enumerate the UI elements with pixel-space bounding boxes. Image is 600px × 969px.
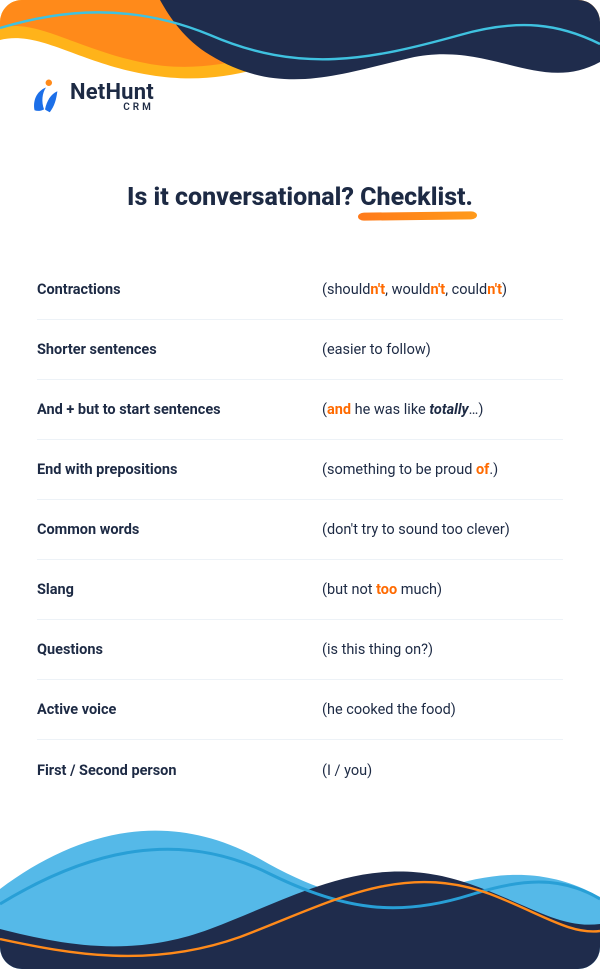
highlight-text: and <box>327 401 351 418</box>
italic-text: totally <box>429 401 468 418</box>
row-example: (he cooked the food) <box>322 701 456 718</box>
table-row: End with prepositions(something to be pr… <box>37 440 563 500</box>
checklist-table: Contractions(shouldn't, wouldn't, couldn… <box>37 260 563 800</box>
row-label: And + but to start sentences <box>37 401 322 418</box>
brand-logo-text-wrap: NetHunt CRM <box>70 82 154 113</box>
brand-logo: NetHunt CRM <box>28 78 154 116</box>
brand-name: NetHunt <box>70 82 154 104</box>
title-underlined: Checklist. <box>360 183 473 212</box>
title-prefix: Is it conversational? <box>127 183 360 212</box>
row-label: Questions <box>37 641 322 658</box>
example-text: (don't try to sound too clever) <box>322 521 510 538</box>
page-title: Is it conversational? Checklist. <box>0 183 600 212</box>
example-text: (is this thing on?) <box>322 641 433 658</box>
row-example: (I / you) <box>322 762 372 779</box>
row-example: (don't try to sound too clever) <box>322 521 510 538</box>
table-row: Active voice(he cooked the food) <box>37 680 563 740</box>
highlight-text: n't <box>430 281 445 298</box>
example-text: , could <box>445 281 487 298</box>
example-text: (but not <box>322 581 376 598</box>
example-text: (I / you) <box>322 762 372 779</box>
row-label: First / Second person <box>37 762 322 779</box>
decorative-wave-bottom <box>0 789 600 969</box>
row-label: Contractions <box>37 281 322 298</box>
table-row: And + but to start sentences(and he was … <box>37 380 563 440</box>
table-row: Common words(don't try to sound too clev… <box>37 500 563 560</box>
infographic-card: NetHunt CRM Is it conversational? Checkl… <box>0 0 600 969</box>
highlight-text: of <box>476 461 489 478</box>
table-row: First / Second person(I / you) <box>37 740 563 800</box>
highlight-text: n't <box>487 281 502 298</box>
brand-logo-icon <box>28 78 62 116</box>
example-text: he was like <box>351 401 429 418</box>
highlight-text: too <box>376 581 397 598</box>
table-row: Shorter sentences(easier to follow) <box>37 320 563 380</box>
example-text: (he cooked the food) <box>322 701 456 718</box>
table-row: Slang(but not too much) <box>37 560 563 620</box>
example-text: (should <box>322 281 370 298</box>
example-text: (something to be proud <box>322 461 476 478</box>
row-label: Common words <box>37 521 322 538</box>
example-text: .) <box>489 461 498 478</box>
example-text: (easier to follow) <box>322 341 431 358</box>
row-label: Slang <box>37 581 322 598</box>
row-example: (something to be proud of.) <box>322 461 498 478</box>
row-example: (and he was like totally…) <box>322 401 483 418</box>
example-text: , would <box>385 281 430 298</box>
example-text: ) <box>502 281 507 298</box>
table-row: Questions(is this thing on?) <box>37 620 563 680</box>
row-label: Shorter sentences <box>37 341 322 358</box>
row-example: (shouldn't, wouldn't, couldn't) <box>322 281 507 298</box>
example-text: much) <box>397 581 442 598</box>
highlight-text: n't <box>370 281 385 298</box>
example-text: …) <box>469 401 484 418</box>
table-row: Contractions(shouldn't, wouldn't, couldn… <box>37 260 563 320</box>
row-label: Active voice <box>37 701 322 718</box>
row-label: End with prepositions <box>37 461 322 478</box>
row-example: (is this thing on?) <box>322 641 433 658</box>
row-example: (easier to follow) <box>322 341 431 358</box>
row-example: (but not too much) <box>322 581 442 598</box>
